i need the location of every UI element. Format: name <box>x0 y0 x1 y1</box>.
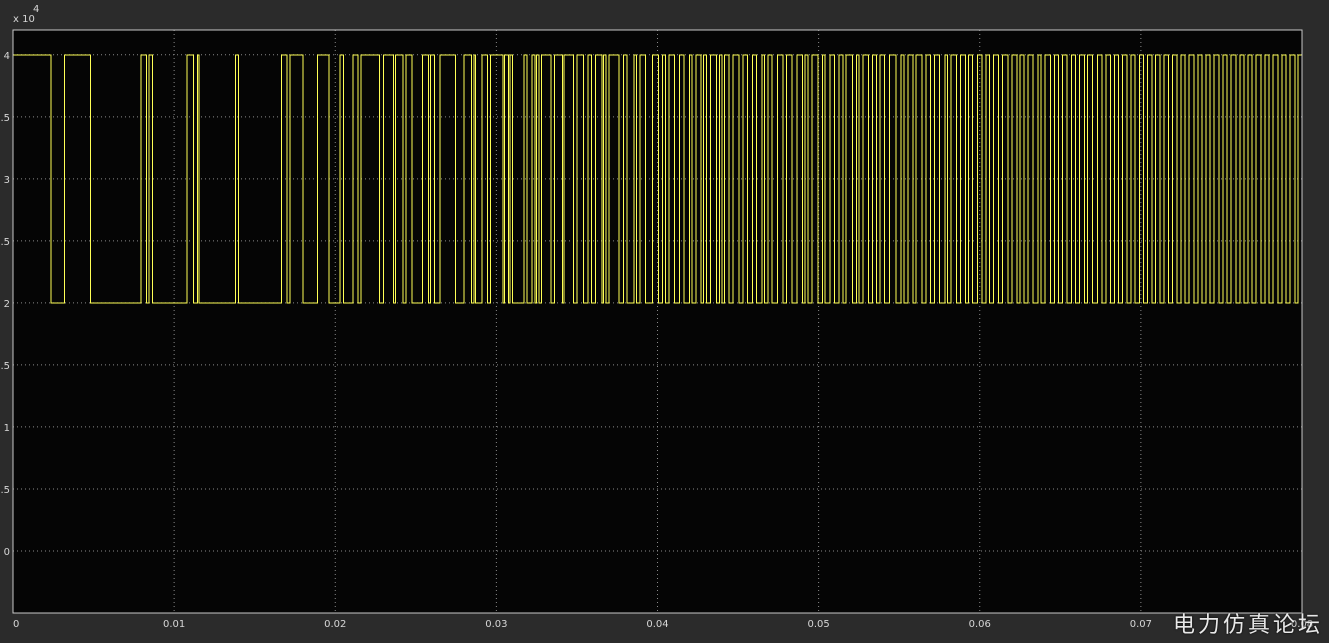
y-tick-label: .5 <box>0 485 10 496</box>
x-tick-label: 0.05 <box>807 619 829 630</box>
watermark-text: 电力仿真论坛 <box>1172 613 1323 638</box>
x-tick-label: 0.01 <box>163 619 185 630</box>
scope-chart: x 10 4 0 0.01 0.02 0.03 0.04 0.05 0.06 0.07 0.08… <box>0 4 1313 630</box>
x-tick-label: 0.04 <box>646 619 668 630</box>
x-tick-label: 0.07 <box>1130 619 1152 630</box>
y-tick-label: 3 <box>4 175 10 186</box>
x-tick-label: 0 <box>13 619 19 630</box>
x-tick-label: 0.03 <box>485 619 507 630</box>
y-tick-label: 1 <box>4 423 10 434</box>
y-exponent-base: x 10 <box>13 14 35 25</box>
y-tick-label: .5 <box>0 237 10 248</box>
y-tick-label: 4 <box>4 51 10 62</box>
y-tick-label: .5 <box>0 113 10 124</box>
y-tick-label: 2 <box>4 299 10 310</box>
y-exponent-power: 4 <box>33 4 39 15</box>
y-tick-label: .5 <box>0 361 10 372</box>
scope-window: x 10 4 0 0.01 0.02 0.03 0.04 0.05 0.06 0.07 0.08… <box>0 0 1329 643</box>
x-tick-label: 0.06 <box>969 619 991 630</box>
y-tick-label: 0 <box>4 547 10 558</box>
x-tick-label: 0.02 <box>324 619 346 630</box>
plot-area[interactable] <box>13 30 1302 613</box>
